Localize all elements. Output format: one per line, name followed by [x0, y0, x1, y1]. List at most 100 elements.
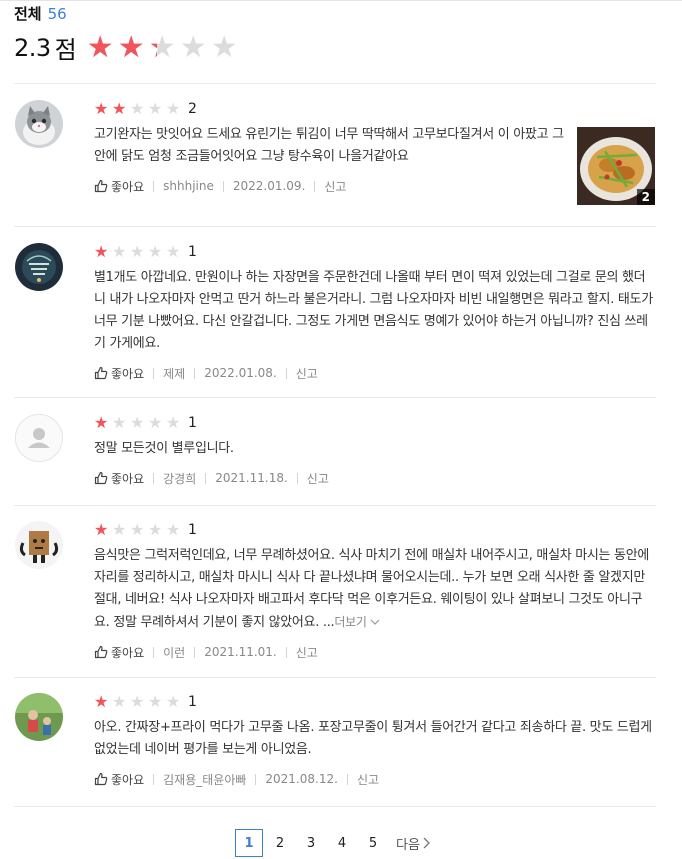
star-icon: ★: [112, 520, 127, 539]
meta-separator: [285, 646, 287, 658]
report-button[interactable]: 신고: [307, 470, 329, 487]
top-divider: [0, 0, 682, 1]
meta-separator: [346, 773, 348, 785]
star-icon: ★: [210, 29, 238, 65]
thumbs-up-icon: [94, 471, 108, 485]
author-name[interactable]: shhhjine: [163, 179, 214, 193]
author-name[interactable]: 김재용_태윤아빠: [163, 771, 246, 788]
rating-number: 1: [188, 244, 197, 260]
score-unit: 점: [54, 36, 77, 64]
like-label: 좋아요: [111, 772, 145, 787]
author-name[interactable]: 이런: [163, 644, 185, 661]
average-score: 2.3 점 ★★★★★★★★: [14, 30, 240, 65]
meta-separator: [194, 646, 196, 658]
rating-number: 1: [188, 694, 197, 710]
cat-avatar-icon: [15, 100, 63, 148]
divider: [14, 505, 656, 506]
total-count: 56: [47, 5, 67, 23]
star-icon: ★★: [94, 413, 109, 432]
star-icon: ★: [112, 413, 127, 432]
review-rating: ★ ★ ★ ★ ★ ★ 1: [94, 521, 656, 539]
page-2-button[interactable]: 2: [266, 829, 294, 857]
report-button[interactable]: 신고: [357, 771, 379, 788]
star-icon: ★: [130, 242, 145, 261]
rating-number: 2: [188, 101, 197, 117]
star-icon: ★★: [86, 29, 114, 65]
star-icon: ★: [179, 29, 207, 65]
like-label: 좋아요: [111, 471, 145, 486]
author-name[interactable]: 강경희: [163, 470, 196, 487]
report-button[interactable]: 신고: [296, 644, 318, 661]
meta-separator: [205, 472, 207, 484]
review-meta: 좋아요 shhhjine 2022.01.09. 신고: [94, 176, 564, 196]
report-button[interactable]: 신고: [324, 178, 346, 195]
meta-separator: [153, 180, 155, 192]
author-name[interactable]: 제제: [163, 365, 185, 382]
default-user-icon: [16, 415, 62, 461]
avatar[interactable]: [15, 414, 63, 462]
review-text: 고기완자는 맛잇어요 드세요 유린기는 튀김이 너무 딱딱해서 고무보다질겨서 …: [94, 127, 564, 164]
review-meta: 좋아요 강경희 2021.11.18. 신고: [94, 468, 656, 488]
like-button[interactable]: 좋아요: [94, 771, 144, 788]
star-icon: ★: [166, 99, 181, 118]
page-1-button[interactable]: 1: [235, 829, 263, 857]
more-button[interactable]: 더보기: [334, 615, 380, 629]
like-label: 좋아요: [111, 179, 145, 194]
star-icon: ★: [130, 413, 145, 432]
review-date: 2022.01.09.: [232, 179, 306, 193]
divider: [14, 397, 656, 398]
rating-number: 1: [188, 415, 197, 431]
review-count: 전체 56: [14, 3, 67, 24]
star-icon: ★: [166, 242, 181, 261]
star-icon: ★: [130, 520, 145, 539]
next-page-button[interactable]: 다음: [396, 829, 430, 857]
avatar[interactable]: [15, 100, 63, 148]
meta-separator: [255, 773, 257, 785]
character-avatar-icon: [15, 521, 63, 569]
star-icon: ★★: [148, 29, 176, 65]
review-date: 2021.11.01.: [204, 645, 277, 659]
star-icon: ★: [148, 99, 163, 118]
review-meta: 좋아요 이런 2021.11.01. 신고: [94, 642, 656, 662]
star-icon: ★★: [94, 692, 109, 711]
star-icon: ★★: [117, 29, 145, 65]
star-icon: ★: [166, 520, 181, 539]
meta-separator: [153, 367, 155, 379]
report-button[interactable]: 신고: [296, 365, 318, 382]
like-button[interactable]: 좋아요: [94, 178, 144, 195]
meta-separator: [194, 367, 196, 379]
page-3-button[interactable]: 3: [297, 829, 325, 857]
star-icon: ★: [148, 520, 163, 539]
meta-separator: [285, 367, 287, 379]
like-button[interactable]: 좋아요: [94, 365, 144, 382]
thumbs-up-icon: [94, 179, 108, 193]
star-icon: ★: [166, 692, 181, 711]
average-star-rating: ★★★★★★★★: [86, 29, 240, 65]
avatar[interactable]: [15, 521, 63, 569]
meta-separator: [296, 472, 298, 484]
page-5-button[interactable]: 5: [359, 829, 387, 857]
review-photo[interactable]: 2: [577, 127, 655, 205]
star-icon: ★★: [94, 99, 109, 118]
meta-separator: [153, 773, 155, 785]
review-meta: 좋아요 제제 2022.01.08. 신고: [94, 363, 656, 383]
meta-separator: [314, 180, 316, 192]
avatar[interactable]: [15, 243, 63, 291]
page-4-button[interactable]: 4: [328, 829, 356, 857]
like-button[interactable]: 좋아요: [94, 644, 144, 661]
total-label: 전체: [14, 5, 42, 23]
chevron-right-icon: [423, 837, 430, 849]
star-icon: ★: [148, 413, 163, 432]
like-button[interactable]: 좋아요: [94, 470, 144, 487]
poster-avatar-icon: [15, 243, 63, 291]
star-icon: ★: [148, 242, 163, 261]
review-rating: ★ ★ ★ ★ ★ ★ 1: [94, 414, 656, 432]
avatar[interactable]: [15, 693, 63, 741]
star-icon: ★: [112, 242, 127, 261]
photo-avatar-icon: [15, 693, 63, 741]
star-icon: ★: [112, 692, 127, 711]
divider: [14, 806, 656, 807]
review-date: 2021.08.12.: [265, 772, 338, 786]
review-rating: ★ ★ ★ ★ ★ ★ ★ 2: [94, 100, 564, 118]
star-icon: ★: [130, 99, 145, 118]
